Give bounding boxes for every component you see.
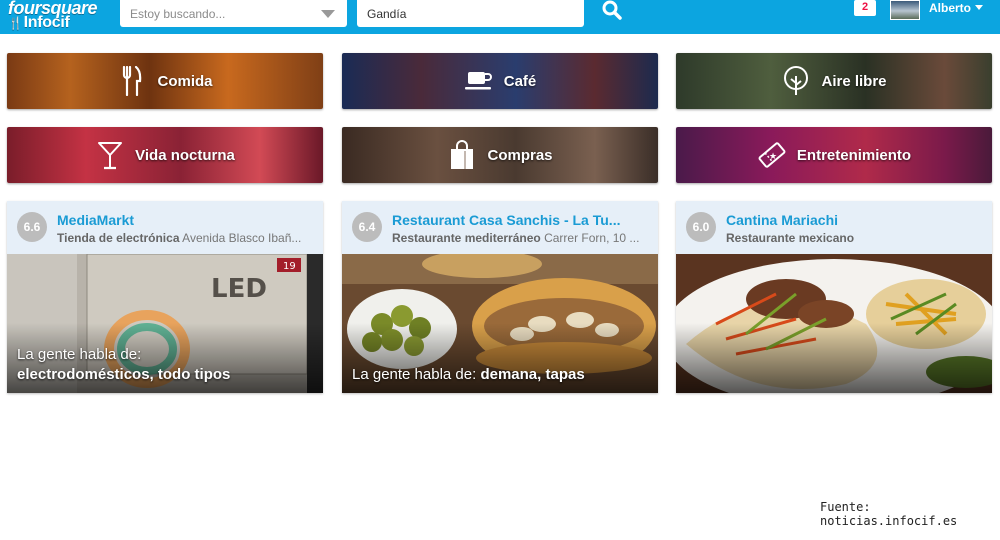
venue-card[interactable]: 6.6 MediaMarkt Tienda de electrónica Ave… (7, 201, 323, 393)
venue-name-link[interactable]: Cantina Mariachi (726, 212, 984, 228)
ticket-icon: ★ (757, 140, 787, 170)
led-sign-text: LED (211, 274, 267, 304)
venue-name-link[interactable]: Restaurant Casa Sanchis - La Tu... (392, 212, 650, 228)
shopping-bag-icon (447, 140, 477, 170)
category-comida[interactable]: Comida (7, 53, 323, 109)
venue-category: Restaurante mediterráneo (392, 231, 541, 245)
venue-subtitle: Restaurante mexicano (726, 231, 984, 245)
venue-photo[interactable]: LED 19 La gente habla de: electrodoméstic… (7, 254, 323, 393)
search-query-input[interactable]: Estoy buscando... (120, 0, 347, 27)
chevron-down-icon[interactable] (321, 10, 335, 18)
search-button[interactable] (600, 0, 626, 22)
top-navigation-bar: foursquare 🍴Infocif Estoy buscando... Ga… (0, 0, 1000, 34)
category-cafe[interactable]: Café (342, 53, 658, 109)
notifications-badge[interactable]: 2 (854, 0, 876, 16)
people-talk-about: La gente habla de: demana, tapas (352, 366, 585, 383)
tree-icon (781, 66, 811, 96)
rating-badge: 6.6 (17, 212, 47, 242)
source-caption: Fuente: noticias.infocif.es (820, 500, 958, 528)
venue-subtitle: Restaurante mediterráneo Carrer Forn, 10… (392, 231, 650, 245)
category-compras[interactable]: Compras (342, 127, 658, 183)
location-value: Gandía (367, 7, 407, 21)
talk-topics: electrodomésticos, todo tipos (17, 366, 231, 383)
category-aire-libre[interactable]: Aire libre (676, 53, 992, 109)
logo-subtitle: 🍴Infocif (8, 14, 70, 31)
category-label: Compras (487, 146, 553, 164)
category-vida-nocturna[interactable]: Vida nocturna (7, 127, 323, 183)
venue-address: Avenida Blasco Ibañ... (182, 231, 302, 245)
venue-category: Tienda de electrónica (57, 231, 180, 245)
rating-badge: 6.4 (352, 212, 382, 242)
category-label: Aire libre (821, 72, 887, 90)
avatar[interactable] (890, 0, 920, 20)
category-label: Café (503, 72, 537, 90)
talk-topics: demana, tapas (480, 366, 585, 383)
chevron-down-icon (975, 5, 983, 10)
venue-address: Carrer Forn, 10 ... (544, 231, 640, 245)
category-label: Comida (157, 72, 213, 90)
foursquare-logo[interactable]: foursquare 🍴Infocif (8, 0, 104, 34)
search-icon (602, 0, 622, 20)
category-entretenimiento[interactable]: ★ Entretenimiento (676, 127, 992, 183)
forks-icon: 🍴 (8, 16, 23, 30)
cocktail-icon (95, 140, 125, 170)
venue-card[interactable]: 6.0 Cantina Mariachi Restaurante mexican… (676, 201, 992, 393)
venue-photo[interactable] (676, 254, 992, 393)
user-menu[interactable]: Alberto (929, 1, 983, 15)
venue-category: Restaurante mexicano (726, 231, 855, 245)
venue-name-link[interactable]: MediaMarkt (57, 212, 315, 228)
fork-knife-icon (117, 66, 147, 96)
led-number-text: 19 (283, 261, 296, 272)
coffee-cup-icon (464, 66, 494, 96)
rating-badge: 6.0 (686, 212, 716, 242)
category-label: Entretenimiento (796, 146, 912, 164)
photo-shade (676, 323, 992, 393)
venue-card[interactable]: 6.4 Restaurant Casa Sanchis - La Tu... R… (342, 201, 658, 393)
search-placeholder: Estoy buscando... (130, 7, 226, 21)
people-talk-about: La gente habla de: electrodomésticos, tod… (17, 346, 231, 383)
user-name: Alberto (929, 1, 971, 15)
category-label: Vida nocturna (135, 146, 235, 164)
svg-text:★: ★ (769, 152, 777, 162)
venue-photo[interactable]: La gente habla de: demana, tapas (342, 254, 658, 393)
venue-subtitle: Tienda de electrónica Avenida Blasco Iba… (57, 231, 315, 245)
location-input[interactable]: Gandía (357, 0, 584, 27)
